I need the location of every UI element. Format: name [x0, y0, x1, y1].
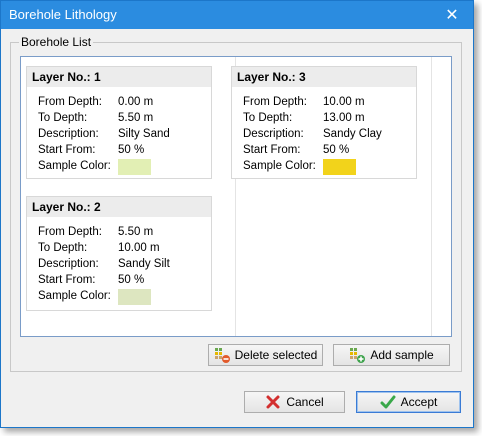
sample-color-swatch[interactable]: [118, 289, 151, 305]
from-depth-value: 0.00 m: [118, 96, 154, 108]
sample-color-label: Sample Color:: [38, 290, 111, 302]
to-depth-value: 13.00 m: [323, 112, 365, 124]
sample-color-label: Sample Color:: [243, 160, 316, 172]
from-depth-label: From Depth:: [38, 96, 102, 108]
cancel-button[interactable]: Cancel: [244, 391, 345, 413]
description-value: Sandy Silt: [118, 258, 170, 270]
cancel-label: Cancel: [286, 395, 324, 409]
from-depth-value: 10.00 m: [323, 96, 365, 108]
layer-card-3[interactable]: Layer No.: 3 From Depth: 10.00 m To Depth…: [231, 66, 417, 179]
borehole-list-group: Borehole List Layer No.: 1 From Depth: 0.…: [10, 35, 462, 372]
list-right-divider: [431, 57, 432, 336]
sample-color-swatch[interactable]: [118, 159, 151, 175]
start-from-label: Start From:: [38, 274, 96, 286]
from-depth-value: 5.50 m: [118, 226, 154, 238]
to-depth-value: 5.50 m: [118, 112, 154, 124]
layer-card-1[interactable]: Layer No.: 1 From Depth: 0.00 m To Depth:…: [26, 66, 212, 179]
layer-card-2[interactable]: Layer No.: 2 From Depth: 5.50 m To Depth:…: [26, 196, 212, 311]
to-depth-label: To Depth:: [38, 112, 88, 124]
from-depth-label: From Depth:: [243, 96, 307, 108]
green-check-icon: [380, 394, 396, 410]
description-value: Silty Sand: [118, 128, 170, 140]
delete-sample-icon: [214, 347, 230, 363]
from-depth-label: From Depth:: [38, 226, 102, 238]
description-label: Description:: [38, 128, 99, 140]
add-sample-icon: [349, 347, 366, 363]
accept-button[interactable]: Accept: [356, 391, 461, 413]
add-sample-button[interactable]: Add sample: [333, 344, 450, 366]
layer-header: Layer No.: 3: [232, 67, 416, 87]
start-from-value: 50 %: [323, 144, 350, 156]
group-label: Borehole List: [19, 35, 94, 49]
description-label: Description:: [38, 258, 99, 270]
sample-color-label: Sample Color:: [38, 160, 111, 172]
start-from-label: Start From:: [243, 144, 301, 156]
close-button[interactable]: ✕: [431, 1, 473, 29]
dialog-window: Borehole Lithology ✕ Borehole List Layer…: [0, 0, 474, 428]
delete-selected-button[interactable]: Delete selected: [208, 344, 323, 366]
layer-header: Layer No.: 1: [27, 67, 211, 87]
start-from-label: Start From:: [38, 144, 96, 156]
delete-selected-label: Delete selected: [234, 348, 318, 362]
sample-color-swatch[interactable]: [323, 159, 356, 175]
red-x-icon: [265, 394, 281, 410]
window-title: Borehole Lithology: [9, 7, 117, 22]
title-bar[interactable]: Borehole Lithology ✕: [1, 1, 473, 29]
start-from-value: 50 %: [118, 274, 145, 286]
description-label: Description:: [243, 128, 304, 140]
accept-label: Accept: [400, 395, 438, 409]
layer-header: Layer No.: 2: [27, 197, 211, 217]
start-from-value: 50 %: [118, 144, 145, 156]
to-depth-label: To Depth:: [38, 242, 88, 254]
to-depth-value: 10.00 m: [118, 242, 160, 254]
add-sample-label: Add sample: [370, 348, 434, 362]
to-depth-label: To Depth:: [243, 112, 293, 124]
borehole-list[interactable]: Layer No.: 1 From Depth: 0.00 m To Depth:…: [20, 56, 452, 337]
description-value: Sandy Clay: [323, 128, 382, 140]
